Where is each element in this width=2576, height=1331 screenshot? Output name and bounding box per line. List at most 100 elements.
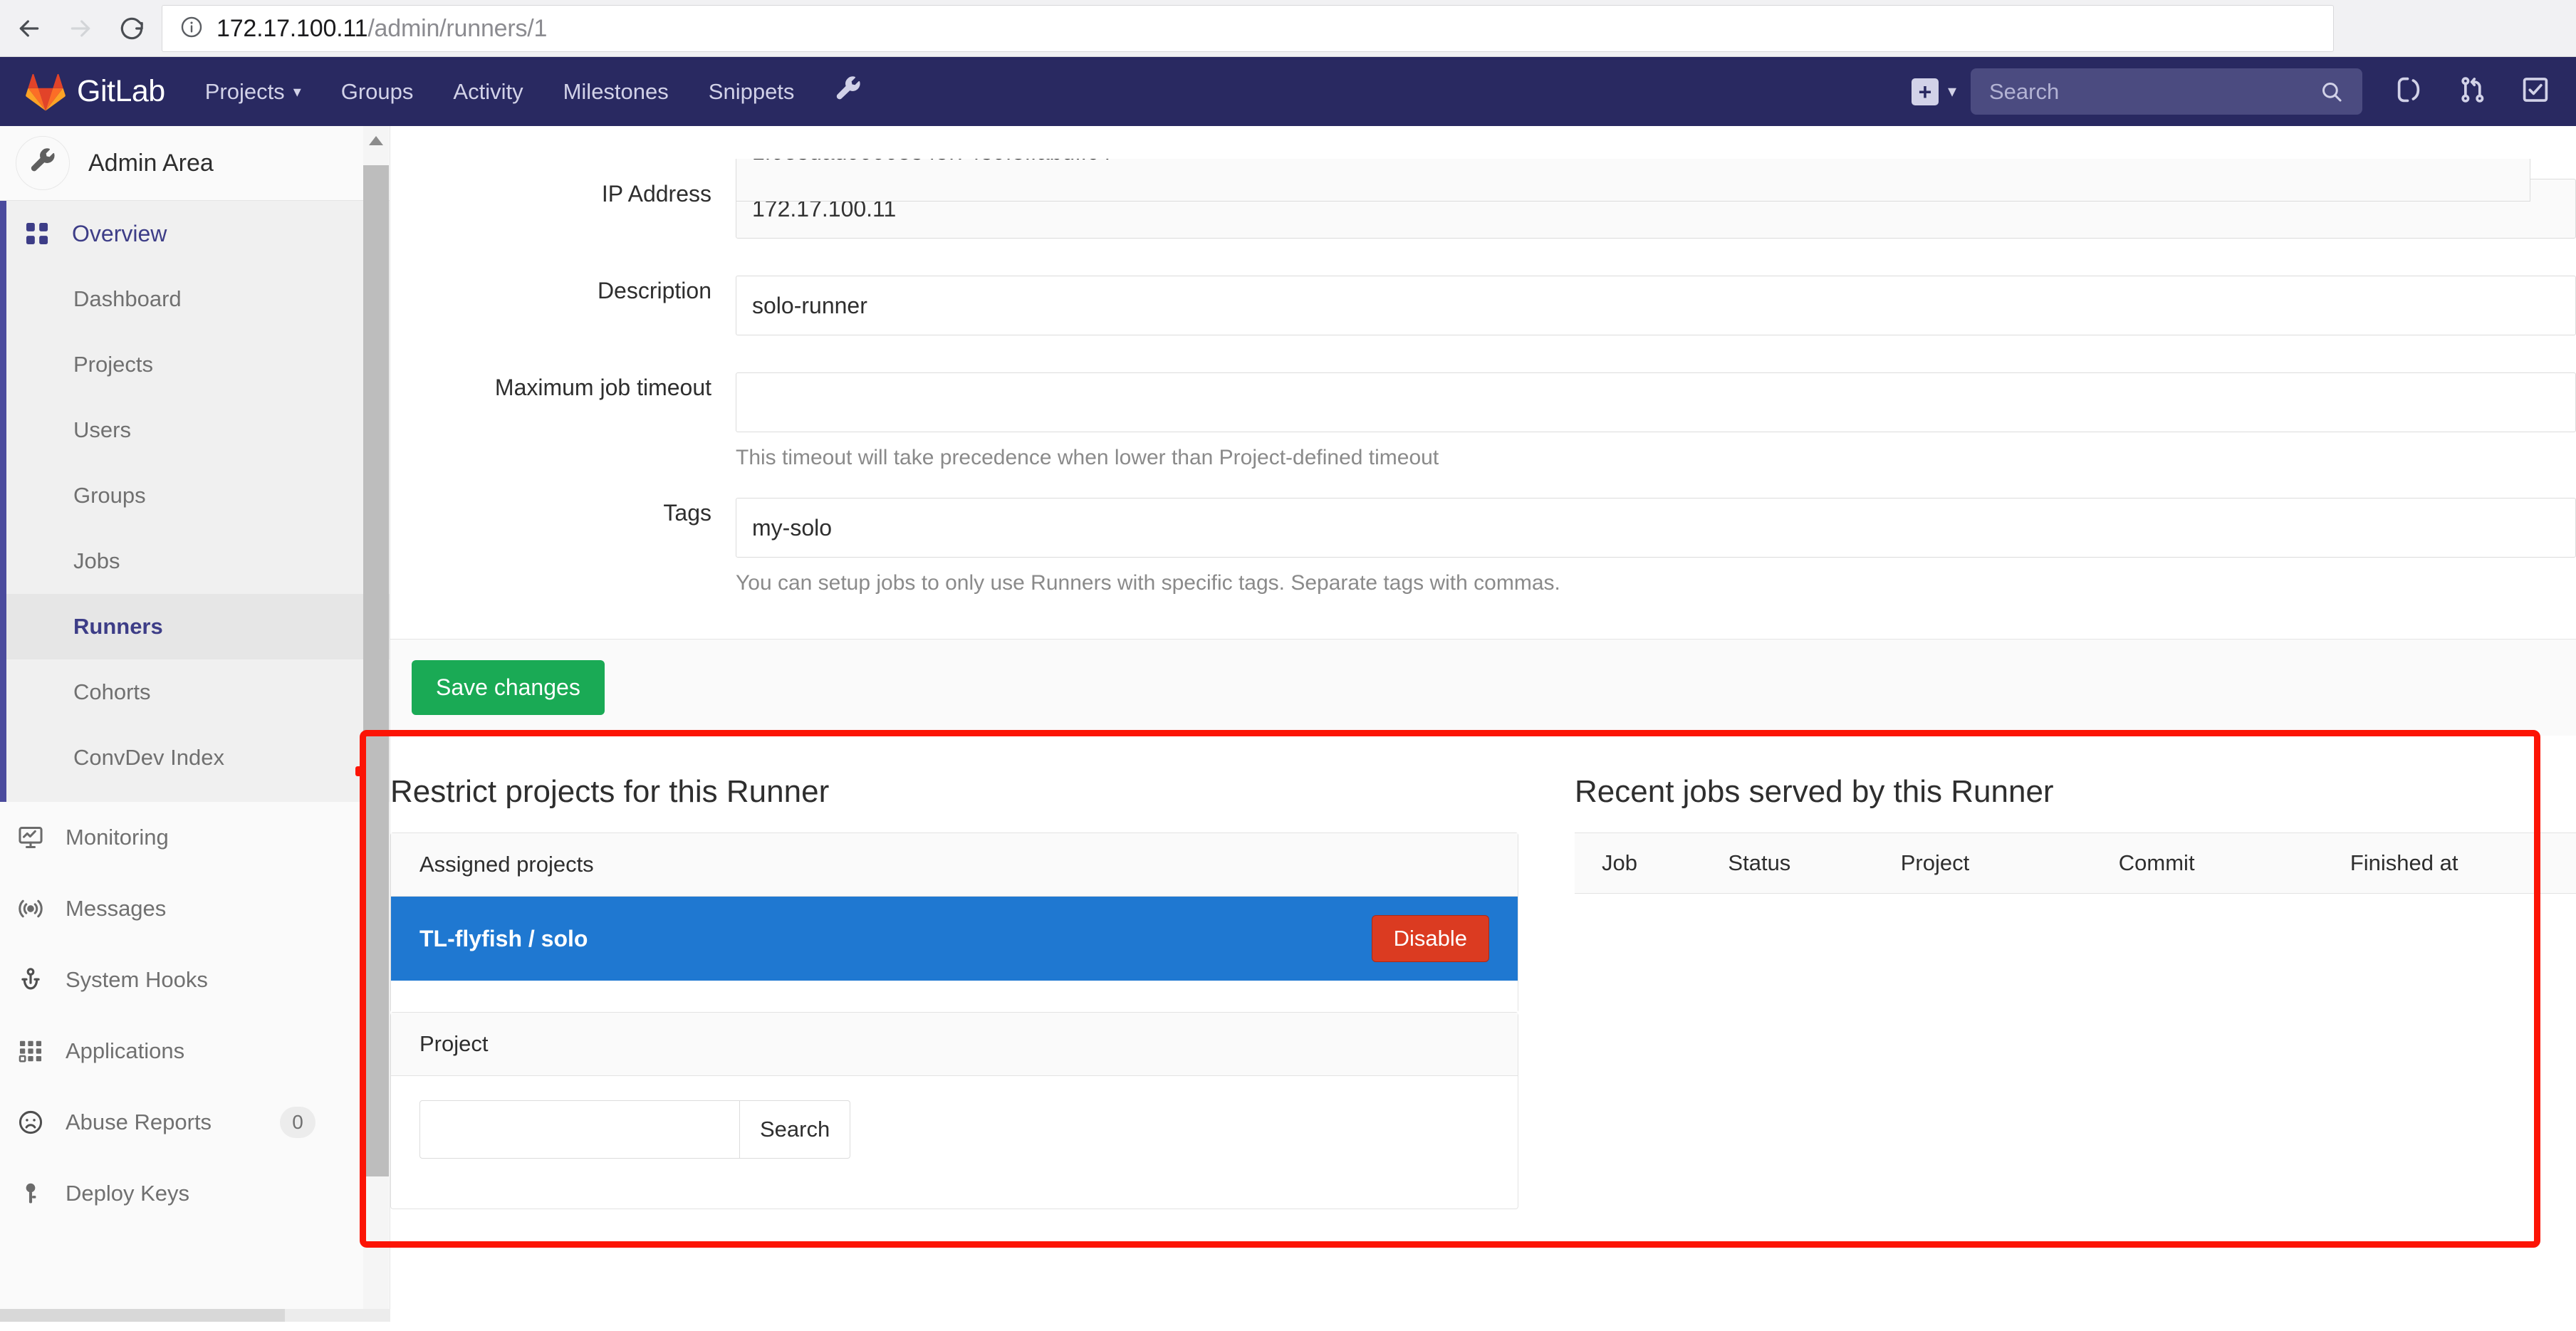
admin-sidebar: Admin Area Overview Dashboard Projects U…	[0, 126, 390, 1313]
sidebar-item-convdev-index-label: ConvDev Index	[73, 745, 224, 770]
sidebar-item-users[interactable]: Users	[6, 397, 390, 463]
column-header-project: Project	[1900, 832, 2119, 894]
navbar-item-projects[interactable]: Projects ▾	[205, 79, 301, 105]
wrench-icon	[834, 75, 862, 108]
sidebar-item-runners[interactable]: Runners	[6, 594, 390, 659]
scroll-up-arrow-icon[interactable]	[369, 136, 383, 145]
project-search-input[interactable]	[419, 1100, 740, 1159]
merge-requests-icon	[2458, 75, 2488, 108]
tags-label: Tags	[663, 500, 711, 526]
maximum-job-timeout-field[interactable]	[736, 372, 2576, 432]
monitor-icon	[17, 824, 53, 851]
broadcast-icon	[17, 895, 53, 922]
sidebar-hscroll-thumb[interactable]	[0, 1309, 285, 1322]
assigned-project-name: TL-flyfish / solo	[419, 925, 588, 951]
sidebar-item-monitoring[interactable]: Monitoring	[0, 802, 390, 873]
recent-jobs-panel: Recent jobs served by this Runner Job St…	[1528, 774, 2576, 1209]
navbar-todos-button[interactable]	[2520, 75, 2550, 108]
sidebar-item-groups[interactable]: Groups	[6, 463, 390, 528]
navbar-admin-area-button[interactable]	[834, 75, 862, 108]
restrict-projects-panel: Restrict projects for this Runner Assign…	[390, 774, 1528, 1209]
sidebar-header[interactable]: Admin Area	[0, 126, 390, 201]
navbar-item-groups[interactable]: Groups	[341, 79, 414, 105]
navbar-item-activity[interactable]: Activity	[453, 79, 523, 105]
save-button[interactable]: Save changes	[412, 660, 605, 715]
form-actions-bar: Save changes	[390, 639, 2576, 736]
restrict-projects-heading: Restrict projects for this Runner	[390, 774, 830, 809]
sidebar-title: Admin Area	[88, 149, 214, 177]
disable-button[interactable]: Disable	[1371, 915, 1489, 962]
sidebar-item-monitoring-label: Monitoring	[66, 825, 169, 850]
search-icon[interactable]	[2320, 80, 2344, 108]
column-header-job: Job	[1575, 832, 1728, 894]
sidebar-item-jobs[interactable]: Jobs	[6, 528, 390, 594]
navbar-item-milestones-label: Milestones	[563, 78, 669, 104]
sidebar-item-abuse-reports-label: Abuse Reports	[66, 1110, 212, 1134]
sidebar-item-messages-label: Messages	[66, 896, 167, 921]
project-search-header: Project	[391, 1013, 1518, 1076]
ip-address-label: IP Address	[601, 181, 711, 207]
list-item[interactable]: TL-flyfish / solo Disable	[391, 897, 1518, 981]
navbar-item-snippets[interactable]: Snippets	[709, 79, 795, 105]
sidebar-item-cohorts[interactable]: Cohorts	[6, 659, 390, 725]
frown-face-icon	[17, 1109, 53, 1136]
sidebar-item-messages[interactable]: Messages	[0, 873, 390, 944]
sidebar-item-applications[interactable]: Applications	[0, 1016, 390, 1087]
runner-token-field-clipped[interactable]: 1f0e3dad99908345f7439f8ffabdffc4	[736, 159, 2530, 202]
sidebar-item-projects-label: Projects	[73, 352, 153, 377]
navbar-item-activity-label: Activity	[453, 78, 523, 104]
reload-button[interactable]	[110, 6, 154, 51]
sidebar-item-overview[interactable]: Overview	[6, 201, 390, 266]
column-header-status: Status	[1728, 832, 1901, 894]
navbar-item-snippets-label: Snippets	[708, 78, 795, 104]
todos-icon	[2520, 75, 2550, 108]
assigned-projects-header: Assigned projects	[391, 833, 1518, 897]
recent-jobs-table-body	[1575, 894, 2576, 1193]
hook-icon	[17, 966, 53, 993]
tags-help: You can setup jobs to only use Runners w…	[736, 571, 1560, 595]
plus-icon[interactable]: +	[1911, 78, 1939, 105]
navbar-item-milestones[interactable]: Milestones	[563, 79, 669, 105]
sidebar-item-abuse-reports[interactable]: Abuse Reports 0	[0, 1087, 390, 1158]
gitlab-tanuki-logo-icon	[26, 73, 66, 111]
sidebar-item-runners-label: Runners	[73, 614, 163, 639]
issues-icon	[2395, 75, 2425, 108]
sidebar-lower-section: Monitoring Messages System Hooks Applica…	[0, 802, 390, 1229]
navbar-item-groups-label: Groups	[340, 78, 414, 104]
description-field[interactable]	[736, 276, 2576, 335]
sidebar-item-deploy-keys[interactable]: Deploy Keys	[0, 1158, 390, 1229]
status-badge: 0	[280, 1107, 316, 1138]
navbar-new-dropdown[interactable]: + ▾	[1911, 78, 1956, 105]
navbar-merge-requests-button[interactable]	[2458, 75, 2488, 108]
search-input[interactable]	[1971, 78, 2284, 105]
address-bar-text: 172.17.100.11/admin/runners/1	[217, 15, 547, 43]
forward-arrow-icon	[66, 14, 95, 43]
grid-icon	[24, 220, 59, 247]
navbar-search-box[interactable]	[1971, 68, 2362, 115]
description-label: Description	[597, 278, 711, 303]
sidebar-horizontal-scrollbar[interactable]	[0, 1309, 390, 1322]
sidebar-item-dashboard[interactable]: Dashboard	[6, 266, 390, 332]
url-host: 172.17.100.11	[217, 14, 368, 42]
tags-field[interactable]	[736, 498, 2576, 558]
back-arrow-icon	[15, 14, 43, 43]
back-button[interactable]	[7, 6, 51, 51]
reload-icon	[118, 14, 146, 43]
sidebar-item-overview-label: Overview	[72, 220, 167, 246]
sidebar-item-convdev-index[interactable]: ConvDev Index	[6, 725, 390, 790]
sidebar-scroll-thumb[interactable]	[363, 165, 389, 1176]
sidebar-vertical-scrollbar[interactable]	[363, 126, 389, 1313]
project-search-button[interactable]: Search	[740, 1100, 851, 1159]
column-header-finished-at: Finished at	[2350, 832, 2576, 894]
form-group-tags: Tags You can setup jobs to only use Runn…	[390, 498, 2576, 600]
sidebar-item-projects[interactable]: Projects	[6, 332, 390, 397]
address-bar[interactable]: 172.17.100.11/admin/runners/1	[162, 5, 2334, 52]
sidebar-overview-section: Overview Dashboard Projects Users Groups…	[0, 201, 390, 802]
main-content: 1f0e3dad99908345f7439f8ffabdffc4 IP Addr…	[390, 126, 2576, 1331]
forward-button[interactable]	[58, 6, 103, 51]
sidebar-item-system-hooks[interactable]: System Hooks	[0, 944, 390, 1016]
info-circle-icon[interactable]	[179, 15, 204, 43]
navbar-issues-button[interactable]	[2395, 75, 2425, 108]
assigned-projects-card: Assigned projects TL-flyfish / solo Disa…	[390, 832, 1518, 1013]
gitlab-logo-link[interactable]: GitLab	[26, 73, 165, 111]
